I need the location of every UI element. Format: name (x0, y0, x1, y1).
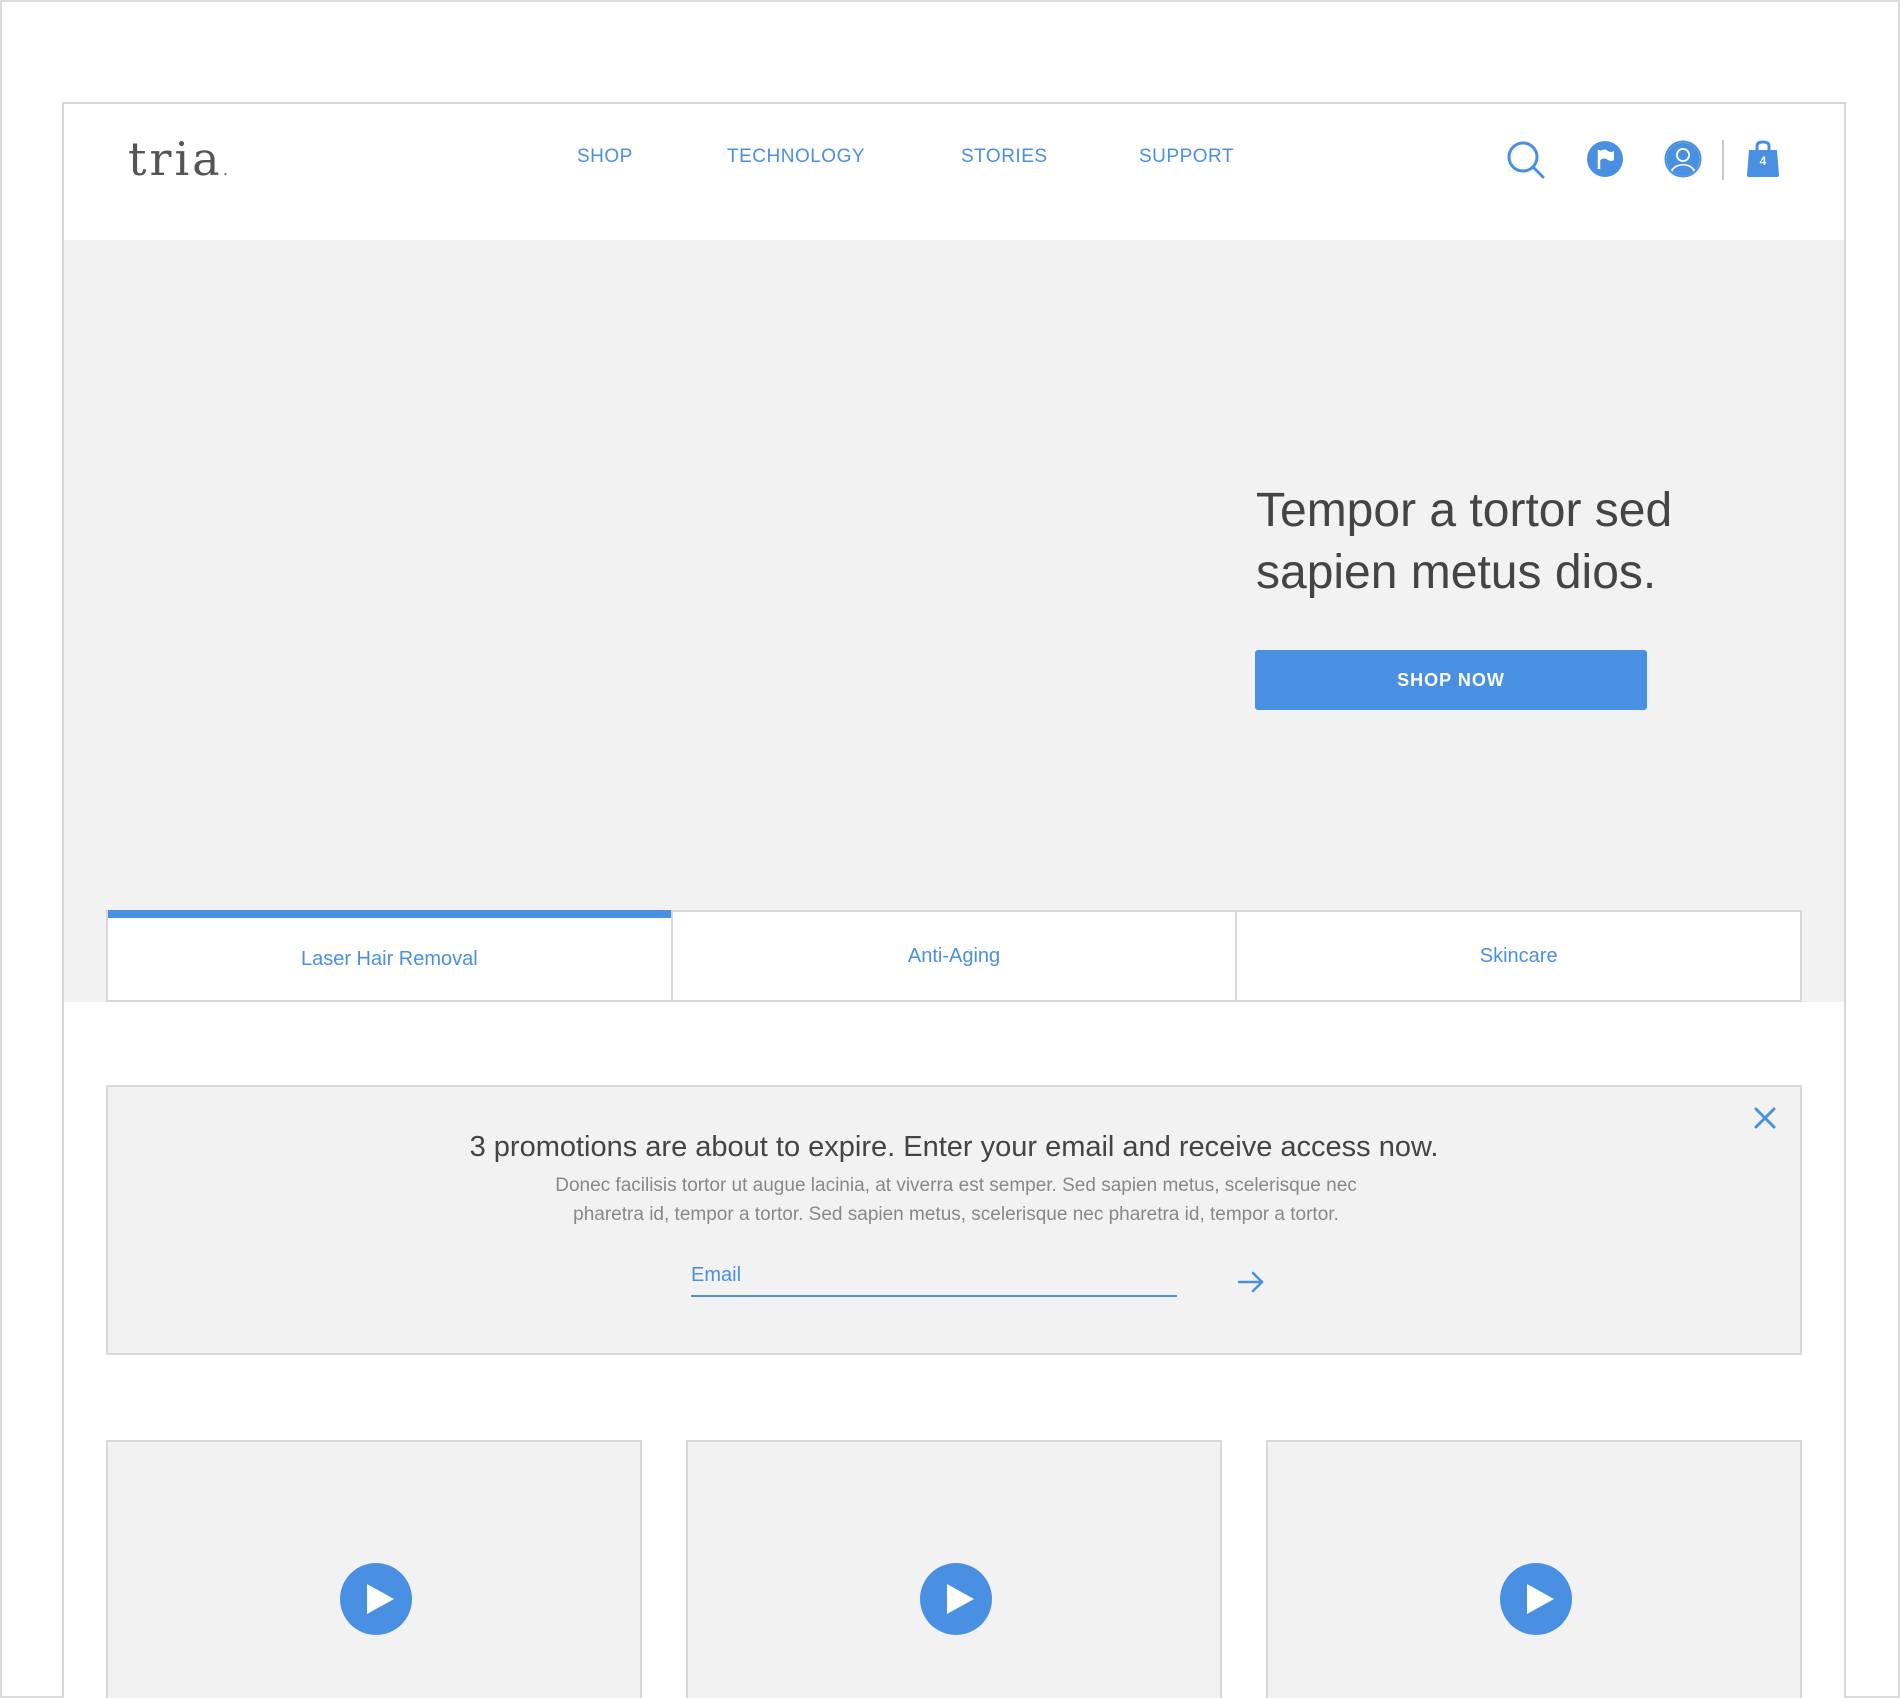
play-icon[interactable] (339, 1562, 413, 1636)
hero-banner: Tempor a tortor sed sapien metus dios. S… (64, 240, 1844, 1002)
flag-icon[interactable] (1586, 140, 1624, 178)
promo-banner: 3 promotions are about to expire. Enter … (106, 1085, 1802, 1355)
user-icon[interactable] (1664, 140, 1702, 178)
outer-frame: tria. SHOP TECHNOLOGY STORIES SUPPORT 4 … (0, 0, 1900, 1698)
nav-item-support[interactable]: SUPPORT (1139, 146, 1234, 168)
category-tabs: Laser Hair Removal Anti-Aging Skincare (106, 910, 1802, 1002)
promo-body-line-1: Donec facilisis tortor ut augue lacinia,… (555, 1175, 1357, 1196)
arrow-right-icon[interactable] (1236, 1267, 1266, 1297)
cart-count-badge: 4 (1759, 154, 1767, 168)
hero-title-line-1: Tempor a tortor sed (1256, 484, 1673, 537)
main-nav: SHOP TECHNOLOGY STORIES SUPPORT (64, 146, 1844, 176)
video-card (106, 1440, 642, 1698)
video-card (686, 1440, 1222, 1698)
search-icon[interactable] (1506, 140, 1546, 180)
site-header: tria. SHOP TECHNOLOGY STORIES SUPPORT 4 (64, 104, 1844, 240)
email-input[interactable] (691, 1255, 1177, 1295)
promo-body: Donec facilisis tortor ut augue lacinia,… (448, 1171, 1464, 1229)
promo-heading: 3 promotions are about to expire. Enter … (469, 1131, 1439, 1163)
email-field-wrapper (691, 1255, 1177, 1297)
page-frame: tria. SHOP TECHNOLOGY STORIES SUPPORT 4 … (62, 102, 1846, 1698)
play-icon[interactable] (1499, 1562, 1573, 1636)
close-icon[interactable] (1750, 1103, 1780, 1133)
nav-item-stories[interactable]: STORIES (961, 146, 1048, 168)
nav-item-technology[interactable]: TECHNOLOGY (727, 146, 865, 168)
shop-now-button[interactable]: SHOP NOW (1255, 650, 1647, 710)
hero-title: Tempor a tortor sed sapien metus dios. (1256, 480, 1816, 604)
promo-body-line-2: pharetra id, tempor a tortor. Sed sapien… (573, 1204, 1339, 1225)
nav-item-shop[interactable]: SHOP (577, 146, 633, 168)
play-icon[interactable] (919, 1562, 993, 1636)
tab-laser-hair-removal[interactable]: Laser Hair Removal (108, 910, 671, 1000)
tab-skincare[interactable]: Skincare (1235, 910, 1801, 1000)
video-card (1266, 1440, 1802, 1698)
header-divider (1722, 140, 1724, 180)
hero-title-line-2: sapien metus dios. (1256, 546, 1657, 599)
tab-anti-aging[interactable]: Anti-Aging (670, 910, 1236, 1000)
cart-button[interactable]: 4 (1746, 140, 1780, 178)
